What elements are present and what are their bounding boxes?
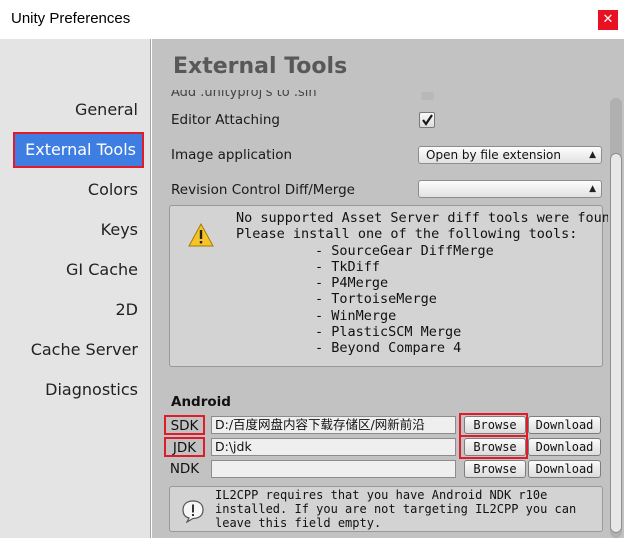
android-section-title: Android	[171, 394, 231, 410]
close-button[interactable]: ✕	[598, 10, 618, 30]
window-title: Unity Preferences	[11, 10, 131, 27]
dropdown-arrow-icon: ▲	[589, 150, 596, 160]
ndk-label: NDK	[169, 461, 200, 477]
sdk-path-field[interactable]: D:/百度网盘内容下载存储区/网新前沿	[211, 416, 456, 434]
sidebar-item-general[interactable]: General	[75, 100, 138, 119]
tool-item: - WinMerge	[315, 307, 397, 324]
il2cpp-note: IL2CPP requires that you have Android ND…	[215, 488, 577, 530]
revision-control-label: Revision Control Diff/Merge	[171, 182, 355, 198]
tool-item: - PlasticSCM Merge	[315, 324, 462, 341]
jdk-browse-button[interactable]: Browse	[464, 438, 526, 456]
tool-item: - TkDiff	[315, 258, 381, 275]
tool-item: - TortoiseMerge	[315, 291, 437, 308]
help-line: No supported Asset Server diff tools wer…	[236, 210, 624, 226]
jdk-path-field[interactable]: D:\jdk	[211, 438, 456, 456]
dropdown-arrow-icon: ▲	[589, 184, 596, 194]
page-title: External Tools	[173, 54, 348, 79]
ndk-download-button[interactable]: Download	[528, 460, 601, 478]
sidebar-item-diagnostics[interactable]: Diagnostics	[45, 380, 138, 399]
jdk-label: JDK	[164, 437, 205, 457]
tool-item: - SourceGear DiffMerge	[315, 242, 494, 259]
sdk-label: SDK	[164, 415, 205, 435]
ndk-path-field[interactable]	[211, 460, 456, 478]
info-icon	[182, 500, 204, 523]
sidebar-item-2d[interactable]: 2D	[116, 300, 139, 319]
image-application-dropdown[interactable]: Open by file extension ▲	[418, 146, 602, 164]
diff-tools-warning-box: No supported Asset Server diff tools wer…	[169, 205, 624, 367]
help-line: Please install one of the following tool…	[236, 226, 578, 243]
jdk-download-button[interactable]: Download	[528, 438, 601, 456]
tool-item: - Beyond Compare 4	[315, 340, 462, 357]
image-application-value: Open by file extension	[426, 148, 561, 162]
unityproj-row-label: Add .unityproj's to .sln	[171, 90, 317, 100]
checkmark-icon	[422, 114, 433, 126]
unityproj-checkbox[interactable]	[421, 92, 434, 100]
revision-control-dropdown[interactable]: ▲	[418, 180, 602, 198]
il2cpp-info-box: IL2CPP requires that you have Android ND…	[169, 486, 603, 532]
sidebar-item-gi-cache[interactable]: GI Cache	[66, 260, 138, 279]
title-bar: Unity Preferences ✕	[0, 0, 624, 39]
sdk-browse-button[interactable]: Browse	[464, 416, 526, 434]
sidebar-item-cache-server[interactable]: Cache Server	[31, 340, 138, 359]
editor-attaching-checkbox[interactable]	[419, 112, 435, 128]
tool-item: - P4Merge	[315, 275, 389, 292]
diff-tools-message: No supported Asset Server diff tools wer…	[236, 210, 624, 357]
preferences-content: External Tools Add .unityproj's to .sln …	[152, 39, 624, 538]
sidebar-item-colors[interactable]: Colors	[88, 180, 138, 199]
scrollbar-thumb[interactable]	[610, 153, 622, 533]
ndk-browse-button[interactable]: Browse	[464, 460, 526, 478]
sidebar-item-keys[interactable]: Keys	[101, 220, 138, 239]
close-icon: ✕	[602, 12, 614, 27]
vertical-scrollbar[interactable]	[608, 98, 623, 538]
warning-icon	[188, 223, 214, 247]
sdk-download-button[interactable]: Download	[528, 416, 601, 434]
sidebar: General External Tools Colors Keys GI Ca…	[0, 39, 151, 538]
editor-attaching-label: Editor Attaching	[171, 112, 280, 128]
image-application-label: Image application	[171, 147, 293, 163]
sidebar-item-external-tools[interactable]: External Tools	[13, 132, 144, 168]
